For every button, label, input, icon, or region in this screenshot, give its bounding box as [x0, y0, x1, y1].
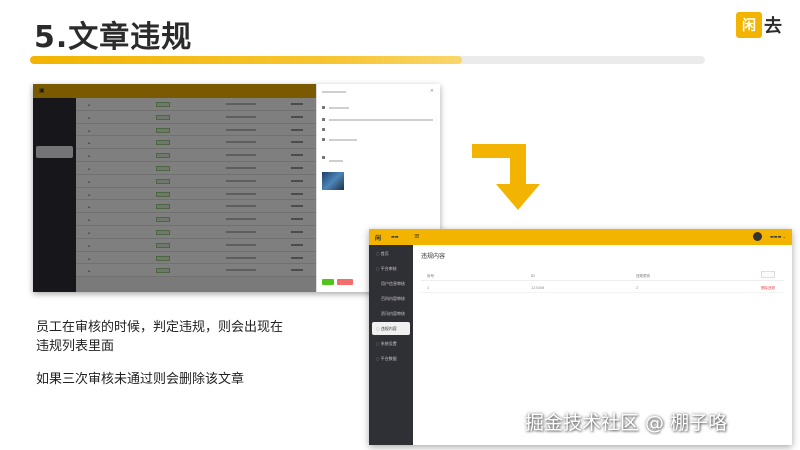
page-title: 违规内容 — [421, 253, 446, 260]
field-label — [322, 156, 325, 159]
field-value — [329, 107, 349, 109]
violation-button[interactable] — [337, 279, 353, 285]
article-image — [322, 172, 344, 190]
cell: 123456 — [531, 286, 545, 290]
watermark: 掘金技术社区 @ 棚子咯 — [525, 412, 728, 434]
sidebar-item-6[interactable]: ◌ 系统设置 — [369, 337, 413, 350]
caption-line: 员工在审核的时候，判定违规，则会出现在 — [36, 320, 284, 335]
column-header: ID — [531, 274, 535, 278]
caption-line: 如果三次审核未通过则会删除该文章 — [36, 372, 245, 387]
sidebar-item-2[interactable]: 用户信息审核 — [369, 277, 413, 290]
cell: 1 — [427, 286, 430, 290]
column-header: 序号 — [427, 274, 434, 278]
sidebar-item-label: 资讯内容审核 — [381, 311, 405, 316]
field-label — [322, 128, 325, 131]
hamburger-icon[interactable]: ≡ — [414, 232, 420, 240]
sidebar-item-0[interactable]: ◌ 首页 — [369, 247, 413, 260]
sidebar-item-label: ◌ 首页 — [376, 251, 389, 256]
sidebar-item-label: 百科内容审核 — [381, 296, 405, 301]
search-button[interactable] — [761, 271, 775, 278]
caption-line: 违规列表里面 — [36, 339, 115, 354]
sidebar-item-7[interactable]: ◌ 平台数据 — [369, 352, 413, 365]
sidebar-item-label: ◌ 违规内容 — [376, 326, 397, 331]
field-value — [329, 139, 357, 141]
sidebar-item-5[interactable]: ◌ 违规内容 — [372, 322, 410, 335]
sidebar-item-1[interactable]: ◌ 平台审核 — [369, 262, 413, 275]
brand-logo: 闲 去 — [736, 10, 792, 40]
sidebar-item-3[interactable]: 百科内容审核 — [369, 292, 413, 305]
field-value — [329, 160, 343, 162]
app-sidebar: ◌ 首页 ◌ 平台审核用户信息审核 百科内容审核 资讯内容审核 ◌ 违规内容 ◌ 系统设置… — [369, 245, 413, 445]
table-header: 序号 ID 违规类别 — [421, 271, 784, 281]
cell: 2 — [636, 286, 639, 290]
field-value — [329, 119, 433, 121]
sidebar-item-label: ◌ 平台数据 — [376, 356, 397, 361]
drawer-title-line — [322, 91, 346, 93]
field-label — [322, 138, 325, 141]
logo-badge: 闲 — [736, 12, 762, 38]
logo-text: 去 — [764, 16, 782, 37]
sidebar-item-label: ◌ 系统设置 — [376, 341, 397, 346]
field-label — [322, 106, 325, 109]
sidebar-item-4[interactable]: 资讯内容审核 — [369, 307, 413, 320]
delete-link[interactable]: 删除违规 — [761, 286, 775, 291]
modal-overlay — [33, 84, 316, 292]
user-menu[interactable]: ▬▬▬ ⌄ — [770, 234, 786, 239]
avatar[interactable] — [753, 232, 762, 241]
approve-button[interactable] — [322, 279, 334, 285]
system-name: ▬▬ — [391, 234, 399, 239]
app-header-bar: 闲 ▬▬ ≡ ▬▬▬ ⌄ — [369, 229, 792, 245]
progress-fill — [30, 56, 462, 64]
sidebar-item-label: 用户信息审核 — [381, 281, 405, 286]
caption: 员工在审核的时候，判定违规，则会出现在 违规列表里面 如果三次审核未通过则会删除… — [36, 318, 283, 389]
sidebar-item-label: ◌ 平台审核 — [376, 266, 397, 271]
progress-track — [30, 56, 705, 64]
table-row: 1 123456 2 删除违规 — [421, 283, 784, 293]
flow-arrow-icon — [472, 144, 540, 210]
column-header: 违规类别 — [636, 274, 650, 278]
slide-title: 5.文章违规 — [34, 20, 193, 55]
field-label — [322, 118, 325, 121]
close-icon: × — [429, 88, 434, 94]
app-logo: 闲 — [375, 235, 382, 242]
